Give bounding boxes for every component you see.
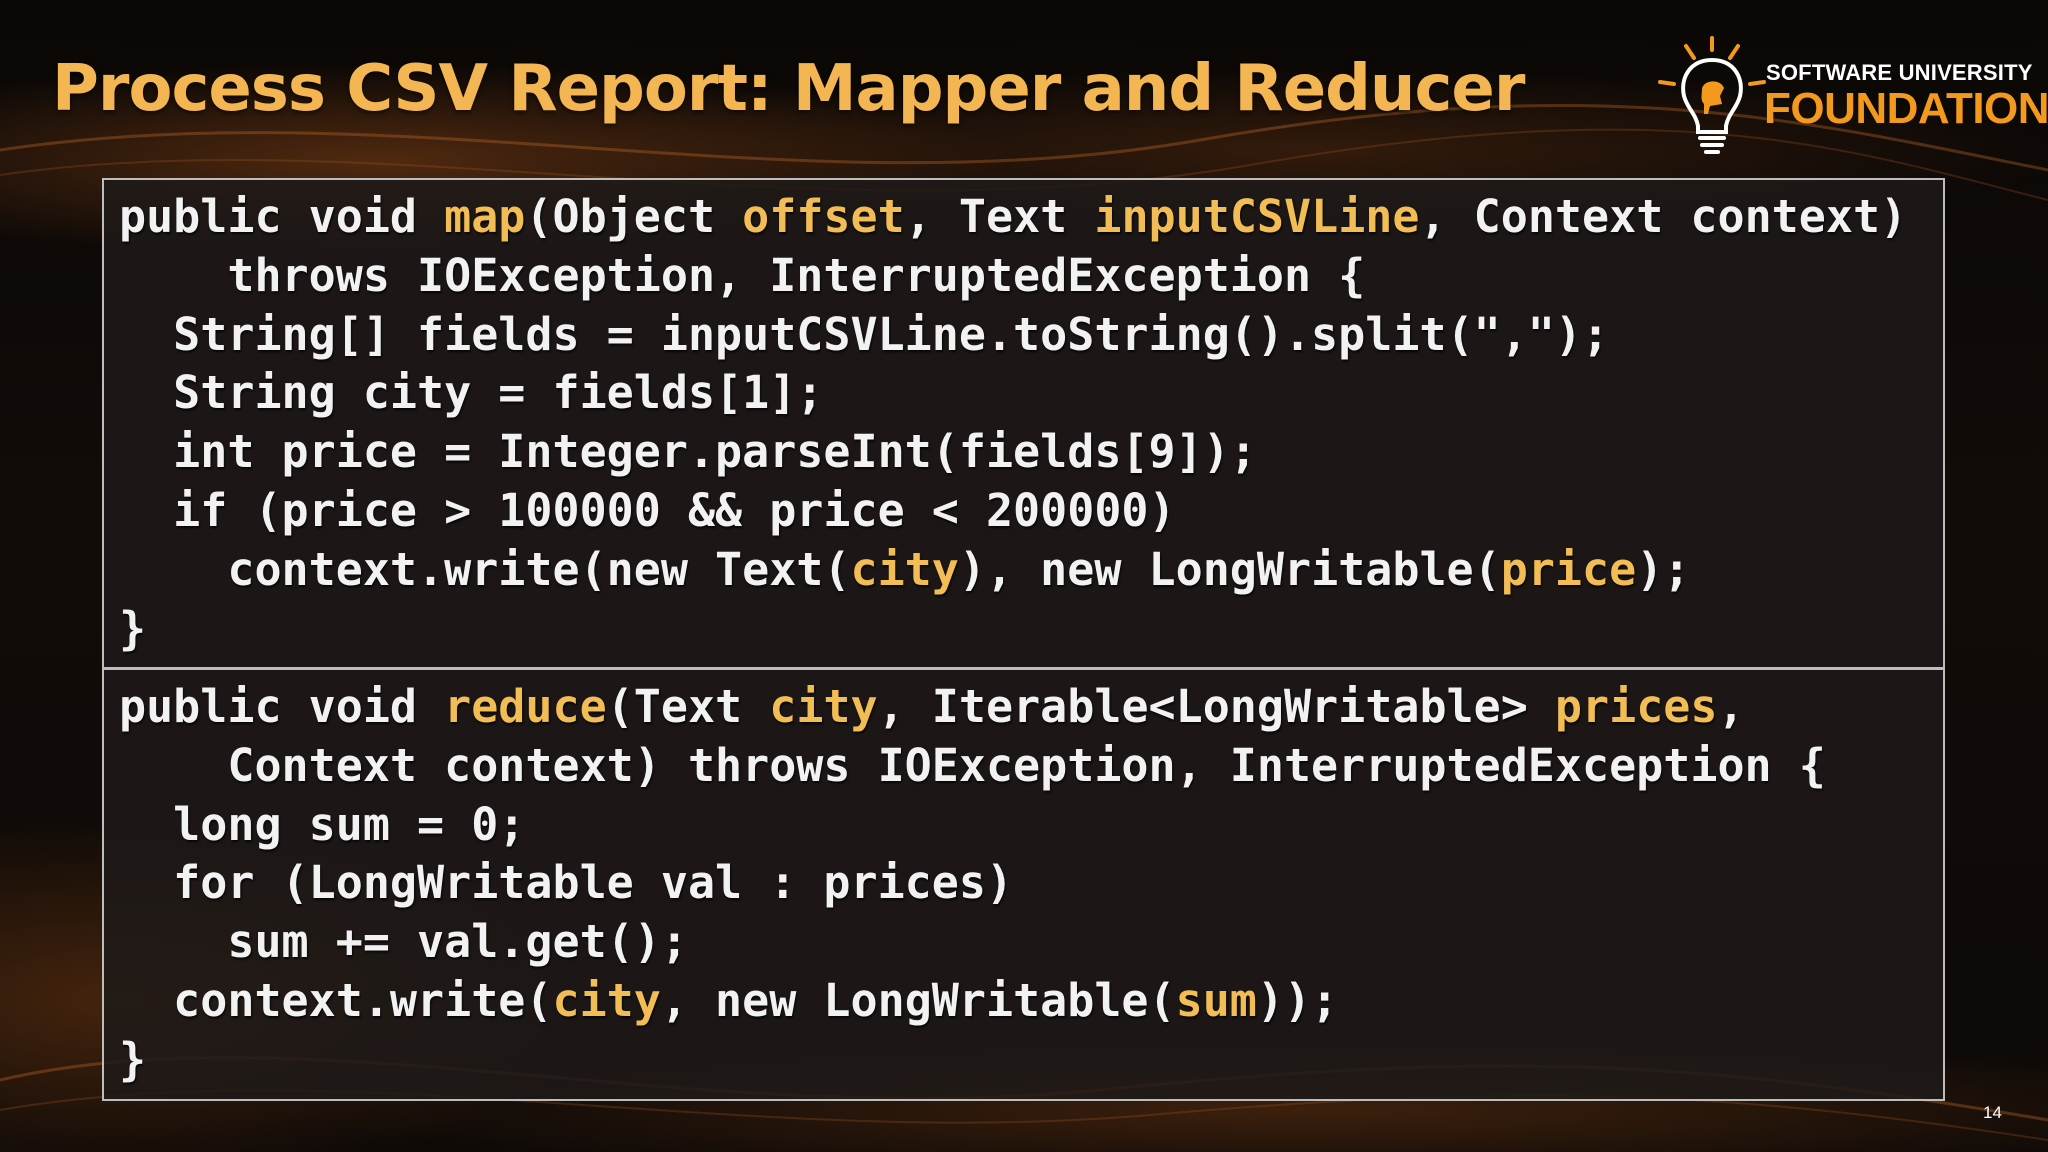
page-number: 14 — [1983, 1103, 2002, 1122]
param-prices: prices — [1554, 680, 1718, 733]
code-line: public void reduce(Text city, Iterable<L… — [119, 680, 1745, 733]
var-sum: sum — [1175, 973, 1257, 1027]
mapper-code: public void map(Object offset, Text inpu… — [119, 188, 1907, 658]
code-line: if (price > 100000 && price < 200000) — [119, 483, 1176, 537]
reducer-code-panel: public void reduce(Text city, Iterable<L… — [102, 669, 1945, 1101]
code-line: for (LongWritable val : prices) — [119, 856, 1014, 910]
param-city: city — [769, 680, 878, 733]
var-city: city — [850, 542, 959, 596]
code-line: String[] fields = inputCSVLine.toString(… — [119, 307, 1610, 361]
code-line: } — [119, 1032, 147, 1086]
lightbulb-head-icon — [1658, 36, 1766, 154]
slide: Process CSV Report: Mapper and Reducer S… — [0, 0, 2048, 1152]
param-input-csv-line: inputCSVLine — [1094, 190, 1420, 243]
code-line: int price = Integer.parseInt(fields[9]); — [119, 425, 1257, 479]
code-line: public void map(Object offset, Text inpu… — [119, 190, 1908, 243]
code-line: sum += val.get(); — [119, 915, 688, 969]
code-line: } — [119, 601, 147, 655]
code-line: context.write(city, new LongWritable(sum… — [119, 973, 1339, 1027]
method-name-reduce: reduce — [444, 680, 607, 733]
mapper-code-panel: public void map(Object offset, Text inpu… — [102, 178, 1945, 669]
logo-text-software-university: SOFTWARE UNIVERSITY — [1766, 60, 2033, 85]
page-title: Process CSV Report: Mapper and Reducer — [52, 52, 1525, 126]
code-line: context.write(new Text(city), new LongWr… — [119, 542, 1691, 596]
param-offset: offset — [742, 190, 905, 243]
softuni-foundation-logo: SOFTWARE UNIVERSITY FOUNDATION — [1650, 34, 2048, 158]
code-line: long sum = 0; — [119, 797, 526, 851]
reducer-code: public void reduce(Text city, Iterable<L… — [119, 678, 1826, 1090]
var-price: price — [1500, 542, 1637, 596]
method-name-map: map — [444, 190, 526, 243]
var-city: city — [552, 973, 661, 1027]
code-line: String city = fields[1]; — [119, 366, 824, 420]
logo-text-foundation: FOUNDATION — [1764, 84, 2048, 133]
code-line: throws IOException, InterruptedException… — [119, 248, 1366, 302]
code-line: Context context) throws IOException, Int… — [119, 738, 1826, 792]
